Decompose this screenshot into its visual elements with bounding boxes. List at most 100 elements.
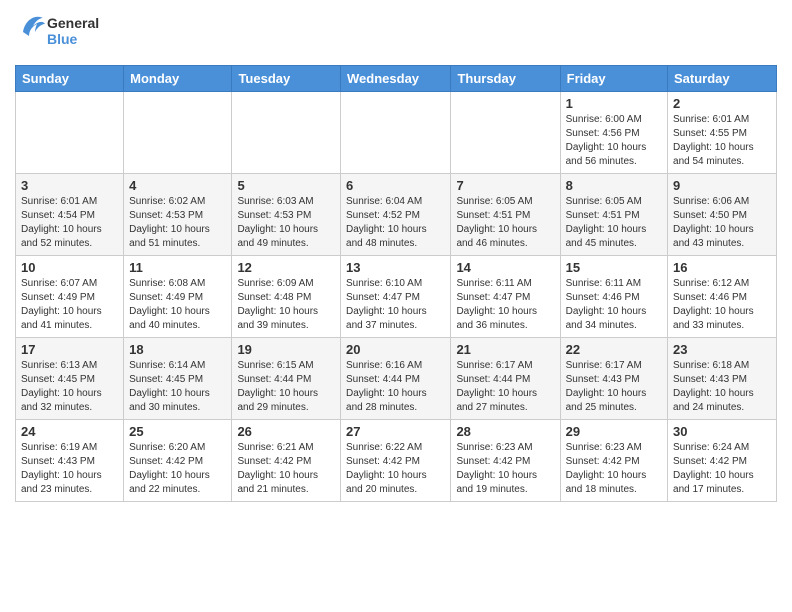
day-number: 9 [673, 178, 771, 193]
day-info: Sunrise: 6:22 AM Sunset: 4:42 PM Dayligh… [346, 441, 445, 497]
weekday-header-tuesday: Tuesday [232, 66, 341, 92]
day-number: 14 [456, 260, 554, 275]
day-number: 28 [456, 424, 554, 439]
day-number: 5 [237, 178, 335, 193]
day-info: Sunrise: 6:18 AM Sunset: 4:43 PM Dayligh… [673, 359, 771, 415]
week-row-1: 1 Sunrise: 6:00 AM Sunset: 4:56 PM Daylig… [16, 92, 777, 174]
day-cell: 27 Sunrise: 6:22 AM Sunset: 4:42 PM Dayli… [341, 420, 451, 502]
day-cell [16, 92, 124, 174]
day-info: Sunrise: 6:16 AM Sunset: 4:44 PM Dayligh… [346, 359, 445, 415]
day-number: 6 [346, 178, 445, 193]
weekday-header-friday: Friday [560, 66, 667, 92]
day-cell: 21 Sunrise: 6:17 AM Sunset: 4:44 PM Dayli… [451, 338, 560, 420]
day-cell: 24 Sunrise: 6:19 AM Sunset: 4:43 PM Dayli… [16, 420, 124, 502]
day-cell: 28Sunrise: 6:23 AM Sunset: 4:42 PM Dayli… [451, 420, 560, 502]
day-info: Sunrise: 6:17 AM Sunset: 4:43 PM Dayligh… [566, 359, 662, 415]
day-cell [124, 92, 232, 174]
day-info: Sunrise: 6:13 AM Sunset: 4:45 PM Dayligh… [21, 359, 118, 415]
day-cell: 17 Sunrise: 6:13 AM Sunset: 4:45 PM Dayli… [16, 338, 124, 420]
day-number: 30 [673, 424, 771, 439]
page-header: GeneralBlue [15, 10, 777, 55]
day-number: 17 [21, 342, 118, 357]
week-row-3: 10 Sunrise: 6:07 AM Sunset: 4:49 PM Dayli… [16, 256, 777, 338]
weekday-header-row: SundayMondayTuesdayWednesdayThursdayFrid… [16, 66, 777, 92]
weekday-header-monday: Monday [124, 66, 232, 92]
day-info: Sunrise: 6:24 AM Sunset: 4:42 PM Dayligh… [673, 441, 771, 497]
day-cell: 25 Sunrise: 6:20 AM Sunset: 4:42 PM Dayli… [124, 420, 232, 502]
day-info: Sunrise: 6:02 AM Sunset: 4:53 PM Dayligh… [129, 195, 226, 251]
day-cell: 20 Sunrise: 6:16 AM Sunset: 4:44 PM Dayli… [341, 338, 451, 420]
day-number: 25 [129, 424, 226, 439]
day-number: 1 [566, 96, 662, 111]
day-number: 3 [21, 178, 118, 193]
day-cell: 8 Sunrise: 6:05 AM Sunset: 4:51 PM Daylig… [560, 174, 667, 256]
day-info: Sunrise: 6:15 AM Sunset: 4:44 PM Dayligh… [237, 359, 335, 415]
day-number: 16 [673, 260, 771, 275]
logo: GeneralBlue [15, 10, 105, 55]
day-info: Sunrise: 6:05 AM Sunset: 4:51 PM Dayligh… [566, 195, 662, 251]
day-cell: 7 Sunrise: 6:05 AM Sunset: 4:51 PM Daylig… [451, 174, 560, 256]
week-row-5: 24 Sunrise: 6:19 AM Sunset: 4:43 PM Dayli… [16, 420, 777, 502]
weekday-header-sunday: Sunday [16, 66, 124, 92]
day-number: 22 [566, 342, 662, 357]
day-number: 27 [346, 424, 445, 439]
week-row-2: 3 Sunrise: 6:01 AM Sunset: 4:54 PM Daylig… [16, 174, 777, 256]
day-number: 24 [21, 424, 118, 439]
day-number: 11 [129, 260, 226, 275]
day-cell: 30 Sunrise: 6:24 AM Sunset: 4:42 PM Dayli… [668, 420, 777, 502]
day-cell: 15 Sunrise: 6:11 AM Sunset: 4:46 PM Dayli… [560, 256, 667, 338]
day-cell [341, 92, 451, 174]
day-cell: 10 Sunrise: 6:07 AM Sunset: 4:49 PM Dayli… [16, 256, 124, 338]
day-info: Sunrise: 6:10 AM Sunset: 4:47 PM Dayligh… [346, 277, 445, 333]
day-number: 21 [456, 342, 554, 357]
day-number: 18 [129, 342, 226, 357]
day-number: 7 [456, 178, 554, 193]
day-info: Sunrise: 6:08 AM Sunset: 4:49 PM Dayligh… [129, 277, 226, 333]
day-cell: 6Sunrise: 6:04 AM Sunset: 4:52 PM Daylig… [341, 174, 451, 256]
day-cell: 11 Sunrise: 6:08 AM Sunset: 4:49 PM Dayli… [124, 256, 232, 338]
day-info: Sunrise: 6:12 AM Sunset: 4:46 PM Dayligh… [673, 277, 771, 333]
day-cell: 16 Sunrise: 6:12 AM Sunset: 4:46 PM Dayli… [668, 256, 777, 338]
day-cell: 5 Sunrise: 6:03 AM Sunset: 4:53 PM Daylig… [232, 174, 341, 256]
day-number: 26 [237, 424, 335, 439]
weekday-header-thursday: Thursday [451, 66, 560, 92]
day-info: Sunrise: 6:11 AM Sunset: 4:46 PM Dayligh… [566, 277, 662, 333]
calendar-table: SundayMondayTuesdayWednesdayThursdayFrid… [15, 65, 777, 502]
day-number: 19 [237, 342, 335, 357]
day-cell: 1 Sunrise: 6:00 AM Sunset: 4:56 PM Daylig… [560, 92, 667, 174]
week-row-4: 17 Sunrise: 6:13 AM Sunset: 4:45 PM Dayli… [16, 338, 777, 420]
day-cell [232, 92, 341, 174]
day-info: Sunrise: 6:07 AM Sunset: 4:49 PM Dayligh… [21, 277, 118, 333]
day-number: 13 [346, 260, 445, 275]
day-info: Sunrise: 6:05 AM Sunset: 4:51 PM Dayligh… [456, 195, 554, 251]
day-number: 4 [129, 178, 226, 193]
day-number: 10 [21, 260, 118, 275]
day-info: Sunrise: 6:14 AM Sunset: 4:45 PM Dayligh… [129, 359, 226, 415]
day-cell: 12 Sunrise: 6:09 AM Sunset: 4:48 PM Dayli… [232, 256, 341, 338]
day-cell: 4 Sunrise: 6:02 AM Sunset: 4:53 PM Daylig… [124, 174, 232, 256]
day-info: Sunrise: 6:09 AM Sunset: 4:48 PM Dayligh… [237, 277, 335, 333]
logo-svg: GeneralBlue [15, 10, 105, 55]
weekday-header-wednesday: Wednesday [341, 66, 451, 92]
svg-text:General: General [47, 15, 99, 31]
day-cell: 9Sunrise: 6:06 AM Sunset: 4:50 PM Daylig… [668, 174, 777, 256]
day-info: Sunrise: 6:00 AM Sunset: 4:56 PM Dayligh… [566, 113, 662, 169]
weekday-header-saturday: Saturday [668, 66, 777, 92]
day-info: Sunrise: 6:19 AM Sunset: 4:43 PM Dayligh… [21, 441, 118, 497]
day-number: 23 [673, 342, 771, 357]
day-info: Sunrise: 6:17 AM Sunset: 4:44 PM Dayligh… [456, 359, 554, 415]
day-number: 2 [673, 96, 771, 111]
day-info: Sunrise: 6:01 AM Sunset: 4:55 PM Dayligh… [673, 113, 771, 169]
day-info: Sunrise: 6:01 AM Sunset: 4:54 PM Dayligh… [21, 195, 118, 251]
day-info: Sunrise: 6:03 AM Sunset: 4:53 PM Dayligh… [237, 195, 335, 251]
day-number: 8 [566, 178, 662, 193]
day-cell [451, 92, 560, 174]
day-cell: 18 Sunrise: 6:14 AM Sunset: 4:45 PM Dayli… [124, 338, 232, 420]
day-cell: 29Sunrise: 6:23 AM Sunset: 4:42 PM Dayli… [560, 420, 667, 502]
day-info: Sunrise: 6:20 AM Sunset: 4:42 PM Dayligh… [129, 441, 226, 497]
day-number: 12 [237, 260, 335, 275]
day-cell: 2 Sunrise: 6:01 AM Sunset: 4:55 PM Daylig… [668, 92, 777, 174]
day-number: 15 [566, 260, 662, 275]
day-number: 29 [566, 424, 662, 439]
day-number: 20 [346, 342, 445, 357]
